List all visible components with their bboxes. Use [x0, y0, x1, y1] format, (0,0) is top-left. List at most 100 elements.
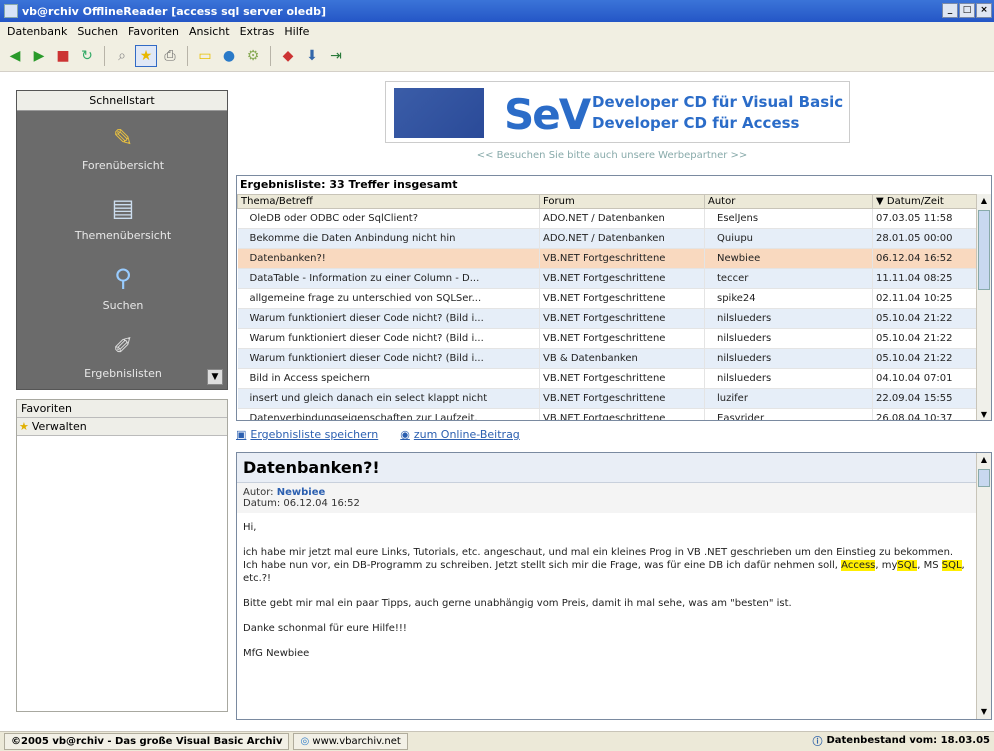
table-row[interactable]: Bekomme die Daten Anbindung nicht hin ADO… — [237, 228, 978, 249]
partner-note[interactable]: << Besuchen Sie bitte auch unsere Werbep… — [230, 150, 994, 161]
cell-date: 05.10.04 21:22 — [872, 328, 978, 349]
online-post-link[interactable]: ◉ zum Online-Beitrag — [400, 428, 520, 441]
cell-topic: OleDB oder ODBC oder SqlClient? — [237, 208, 540, 229]
cell-forum: VB.NET Fortgeschrittene — [539, 268, 705, 289]
menu-ansicht[interactable]: Ansicht — [184, 25, 235, 38]
cell-author: Easyrider — [704, 408, 873, 420]
minimize-button[interactable]: _ — [942, 3, 958, 18]
save-results-link[interactable]: ▣ Ergebnisliste speichern — [236, 428, 378, 441]
col-header-topic[interactable]: Thema/Betreff — [237, 194, 540, 209]
scroll-up-icon[interactable]: ▲ — [977, 194, 991, 208]
tool-icon[interactable]: ⚙ — [242, 45, 264, 67]
topics-icon: ▤ — [111, 194, 135, 222]
favorites-icon[interactable]: ★ — [135, 45, 157, 67]
download-icon[interactable]: ⬇ — [301, 45, 323, 67]
favorites-panel: Favoriten ★ Verwalten — [16, 399, 228, 712]
cell-topic: allgemeine frage zu unterschied von SQLS… — [237, 288, 540, 309]
note-icon[interactable]: ▭ — [194, 45, 216, 67]
detail-scroll-thumb[interactable] — [978, 469, 990, 487]
globe-link-icon: ◉ — [400, 428, 410, 441]
quickstart-scroll-down-icon[interactable]: ▼ — [207, 369, 223, 385]
detail-scrollbar[interactable]: ▲ ▼ — [976, 453, 991, 719]
cell-forum: VB.NET Fortgeschrittene — [539, 248, 705, 269]
table-row[interactable]: DataTable - Information zu einer Column … — [237, 268, 978, 289]
result-links: ▣ Ergebnisliste speichern ◉ zum Online-B… — [236, 428, 520, 441]
quickstart-results[interactable]: ✐ Ergebnislisten — [17, 331, 229, 380]
favorites-header: Favoriten — [17, 400, 227, 418]
table-row[interactable]: allgemeine frage zu unterschied von SQLS… — [237, 288, 978, 309]
table-row[interactable]: Datenbanken?! VB.NET Fortgeschrittene Newb… — [237, 248, 978, 269]
cell-author: Newbiee — [704, 248, 873, 269]
save-results-label: Ergebnisliste speichern — [250, 428, 379, 441]
app-icon — [4, 4, 18, 18]
cell-forum: VB.NET Fortgeschrittene — [539, 328, 705, 349]
cell-topic: DataTable - Information zu einer Column … — [237, 268, 540, 289]
cell-forum: ADO.NET / Datenbanken — [539, 228, 705, 249]
menu-favoriten[interactable]: Favoriten — [123, 25, 184, 38]
post-author[interactable]: Newbiee — [277, 487, 326, 498]
results-scrollbar[interactable]: ▲ ▼ — [976, 194, 991, 420]
table-row[interactable]: Warum funktioniert dieser Code nicht? (B… — [237, 328, 978, 349]
post-meta: Autor: Newbiee Datum: 06.12.04 16:52 — [237, 483, 991, 513]
left-pane: Schnellstart ✎ Forenübersicht ▤ Themenüb… — [16, 90, 228, 712]
col-header-forum[interactable]: Forum — [539, 194, 705, 209]
book-icon[interactable]: ◆ — [277, 45, 299, 67]
col-header-date[interactable]: ▼ Datum/Zeit — [872, 194, 978, 209]
post-author-label: Autor: — [243, 487, 274, 498]
quickstart-topics[interactable]: ▤ Themenübersicht — [17, 193, 229, 242]
menu-extras[interactable]: Extras — [235, 25, 280, 38]
scroll-thumb[interactable] — [978, 210, 990, 290]
table-row[interactable]: Bild in Access speichern VB.NET Fortgesch… — [237, 368, 978, 389]
cell-author: luzifer — [704, 388, 873, 409]
cell-date: 02.11.04 10:25 — [872, 288, 978, 309]
detail-scroll-up-icon[interactable]: ▲ — [977, 453, 991, 467]
cell-date: 04.10.04 07:01 — [872, 368, 978, 389]
menu-hilfe[interactable]: Hilfe — [279, 25, 314, 38]
stop-icon[interactable]: ■ — [52, 45, 74, 67]
favorites-manage-label: Verwalten — [31, 420, 87, 433]
results-table: Thema/Betreff Forum Autor ▼ Datum/Zeit O… — [237, 194, 978, 420]
web-icon: ◎ — [300, 736, 310, 747]
quickstart-search[interactable]: ⚲ Suchen — [17, 263, 229, 312]
cell-topic: Datenbanken?! — [237, 248, 540, 269]
table-row[interactable]: OleDB oder ODBC oder SqlClient? ADO.NET /… — [237, 208, 978, 229]
cell-topic: Warum funktioniert dieser Code nicht? (B… — [237, 328, 540, 349]
refresh-icon[interactable]: ↻ — [76, 45, 98, 67]
table-row[interactable]: Warum funktioniert dieser Code nicht? (B… — [237, 308, 978, 329]
cell-author: nilslueders — [704, 348, 873, 369]
post-body: Hi, ich habe mir jetzt mal eure Links, T… — [237, 513, 972, 680]
cell-topic: Warum funktioniert dieser Code nicht? (B… — [237, 348, 540, 369]
advertisement-banner[interactable]: SeV Developer CD für Visual Basic Develo… — [385, 81, 850, 143]
cell-topic: Warum funktioniert dieser Code nicht? (B… — [237, 308, 540, 329]
menu-datenbank[interactable]: Datenbank — [2, 25, 72, 38]
forward-icon[interactable]: ▶ — [28, 45, 50, 67]
cell-forum: VB.NET Fortgeschrittene — [539, 388, 705, 409]
close-button[interactable]: × — [976, 3, 992, 18]
cell-topic: Bild in Access speichern — [237, 368, 540, 389]
status-url[interactable]: ◎ www.vbarchiv.net — [293, 733, 408, 750]
highlight-sql: SQL — [941, 560, 962, 571]
quickstart-panel: Schnellstart ✎ Forenübersicht ▤ Themenüb… — [16, 90, 228, 390]
scroll-down-icon[interactable]: ▼ — [977, 408, 991, 420]
back-icon[interactable]: ◀ — [4, 45, 26, 67]
quickstart-search-label: Suchen — [102, 299, 144, 312]
find-icon[interactable]: ⌕ — [111, 45, 133, 67]
forum-icon: ✎ — [112, 124, 134, 152]
cell-date: 07.03.05 11:58 — [872, 208, 978, 229]
quickstart-forum[interactable]: ✎ Forenübersicht — [17, 123, 229, 172]
post-detail-panel: Datenbanken?! Autor: Newbiee Datum: 06.1… — [236, 452, 992, 720]
table-row[interactable]: insert und gleich danach ein select klap… — [237, 388, 978, 409]
favorites-manage[interactable]: ★ Verwalten — [17, 418, 227, 436]
maximize-button[interactable]: □ — [959, 3, 975, 18]
print-icon[interactable]: ⎙ — [159, 45, 181, 67]
info-icon: ⓘ — [812, 737, 823, 748]
status-copyright: ©2005 vb@rchiv - Das große Visual Basic … — [4, 733, 290, 750]
quickstart-header: Schnellstart — [17, 91, 227, 111]
globe-icon[interactable]: ● — [218, 45, 240, 67]
menu-suchen[interactable]: Suchen — [72, 25, 123, 38]
col-header-author[interactable]: Autor — [704, 194, 873, 209]
detail-scroll-down-icon[interactable]: ▼ — [977, 705, 991, 719]
table-row[interactable]: Warum funktioniert dieser Code nicht? (B… — [237, 348, 978, 369]
exit-icon[interactable]: ⇥ — [325, 45, 347, 67]
table-row[interactable]: Datenverbindungseigenschaften zur Laufze… — [237, 408, 978, 420]
